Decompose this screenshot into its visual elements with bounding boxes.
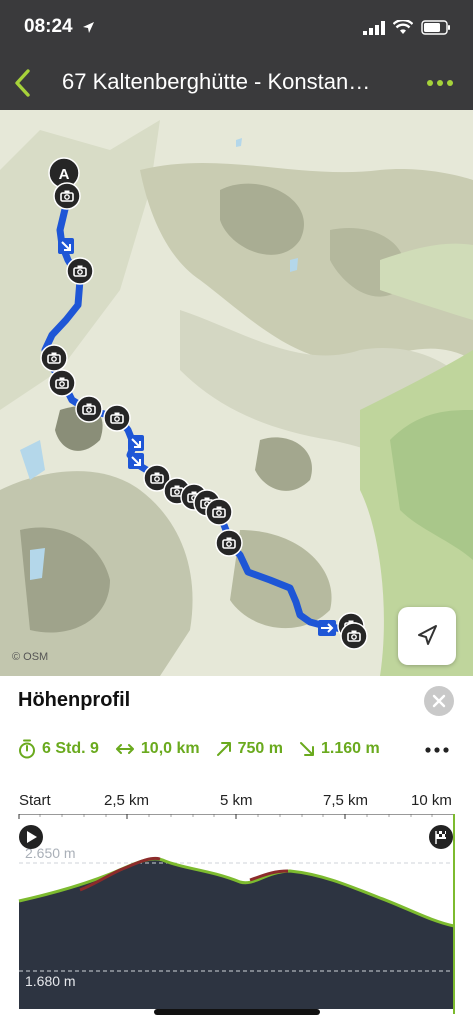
axis-label-2-5km: 2,5 km — [104, 792, 150, 809]
photo-marker[interactable] — [53, 182, 81, 210]
stats-more-button[interactable] — [424, 740, 450, 760]
map-attribution: © OSM — [12, 651, 49, 663]
location-arrow-icon — [83, 22, 94, 33]
axis-label-5km: 5 km — [220, 792, 253, 809]
panel-title: Höhenprofil — [18, 689, 131, 711]
axis-label-10km: 10 km — [411, 792, 452, 809]
photo-marker[interactable] — [103, 404, 131, 432]
ascent-arrow-icon — [216, 742, 231, 756]
finish-flag-icon — [429, 825, 453, 849]
duration-stat: 6 Std. 9 — [18, 739, 99, 759]
route-direction-arrow — [128, 453, 144, 469]
map-canvas: A — [0, 110, 473, 676]
photo-marker[interactable] — [40, 344, 68, 372]
stopwatch-icon — [19, 739, 35, 759]
svg-text:A: A — [59, 166, 70, 183]
chevron-left-icon — [15, 69, 30, 97]
home-indicator — [154, 1009, 320, 1015]
signal-icon — [363, 20, 385, 35]
distance-value: 10,0 km — [140, 740, 200, 757]
locate-me-button[interactable] — [398, 607, 456, 665]
photo-marker[interactable] — [66, 257, 94, 285]
status-time: 08:24 — [24, 16, 73, 37]
photo-marker[interactable] — [48, 369, 76, 397]
battery-icon — [421, 20, 450, 35]
close-icon — [432, 694, 446, 708]
photo-marker[interactable] — [215, 529, 243, 557]
map-view[interactable]: A © OSM — [0, 110, 473, 676]
route-direction-arrow — [58, 238, 74, 254]
photo-marker[interactable] — [75, 395, 103, 423]
axis-label-7-5km: 7,5 km — [323, 792, 369, 809]
start-icon — [19, 825, 43, 849]
descent-value: 1.160 m — [321, 740, 380, 757]
distance-axis: Start 2,5 km 5 km 7,5 km 10 km — [0, 792, 473, 812]
wifi-icon — [393, 20, 413, 34]
page-title: 67 Kaltenberghütte - Konstan… — [62, 69, 371, 94]
tour-stats: 6 Std. 9 10,0 km 750 m 1.160 m — [18, 738, 396, 760]
elevation-panel: Höhenprofil 6 Std. 9 10,0 km 750 m 1.160… — [0, 676, 473, 1024]
distance-arrows-icon — [115, 744, 134, 754]
elevation-profile-chart[interactable]: 2.650 m 1.680 m — [0, 814, 473, 1014]
ascent-stat: 750 m — [216, 740, 283, 758]
photo-marker[interactable] — [205, 498, 233, 526]
close-button[interactable] — [424, 686, 454, 716]
photo-marker[interactable] — [340, 622, 368, 650]
ascent-value: 750 m — [237, 740, 283, 757]
distance-stat: 10,0 km — [115, 740, 200, 758]
route-direction-arrow — [318, 620, 336, 636]
more-horizontal-icon — [427, 80, 453, 86]
descent-stat: 1.160 m — [299, 740, 380, 758]
status-icons — [363, 20, 451, 35]
route-direction-arrow — [128, 435, 144, 451]
more-options-button[interactable] — [425, 70, 455, 96]
descent-arrow-icon — [300, 742, 314, 756]
status-bar: 08:24 — [0, 0, 473, 56]
navigation-arrow-icon — [418, 625, 437, 645]
navigation-bar: 67 Kaltenberghütte - Konstan… — [0, 56, 473, 110]
axis-label-start: Start — [19, 792, 51, 809]
duration-value: 6 Std. 9 — [42, 740, 99, 757]
elevation-low-label: 1.680 m — [25, 973, 76, 989]
back-button[interactable] — [8, 64, 44, 102]
more-horizontal-icon — [425, 747, 449, 753]
